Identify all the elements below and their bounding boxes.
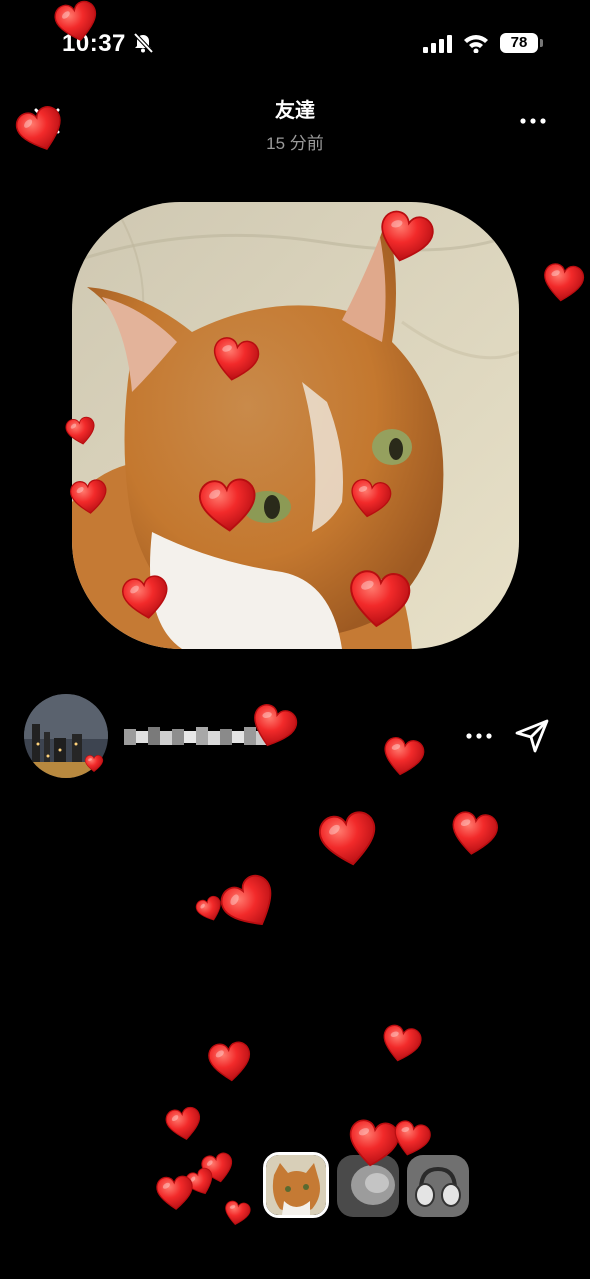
heart-icon <box>341 565 418 638</box>
page-title: 友達 <box>275 100 315 122</box>
heart-icon <box>377 732 430 783</box>
heart-icon <box>242 697 304 758</box>
heart-icon <box>343 474 398 526</box>
more-horizontal-icon[interactable] <box>518 108 548 134</box>
heart-icon <box>537 259 589 309</box>
heart-icon <box>445 807 503 864</box>
thumbnail-cat[interactable] <box>263 1152 329 1218</box>
battery-icon: 78 <box>500 33 538 53</box>
send-icon[interactable] <box>512 716 552 756</box>
thumbnail-headphones[interactable] <box>407 1155 469 1217</box>
more-horizontal-icon[interactable] <box>464 722 494 750</box>
heart-icon <box>153 1173 198 1216</box>
heart-icon <box>204 332 266 391</box>
heart-icon <box>374 1020 428 1071</box>
heart-icon <box>117 571 175 628</box>
heart-icon <box>192 474 264 541</box>
heart-icon <box>204 1038 257 1089</box>
heart-icon <box>161 1103 207 1147</box>
post-time-subtitle: 15 分前 <box>266 134 324 153</box>
heart-icon <box>311 805 387 878</box>
heart-icon <box>61 413 100 450</box>
heart-icon <box>220 1198 254 1231</box>
reaction-heart-icon <box>84 754 104 774</box>
wifi-icon <box>464 35 488 53</box>
heart-icon <box>66 476 112 520</box>
bell-slash-icon <box>133 32 154 54</box>
signal-icon <box>423 35 452 53</box>
battery-tip <box>540 39 543 47</box>
